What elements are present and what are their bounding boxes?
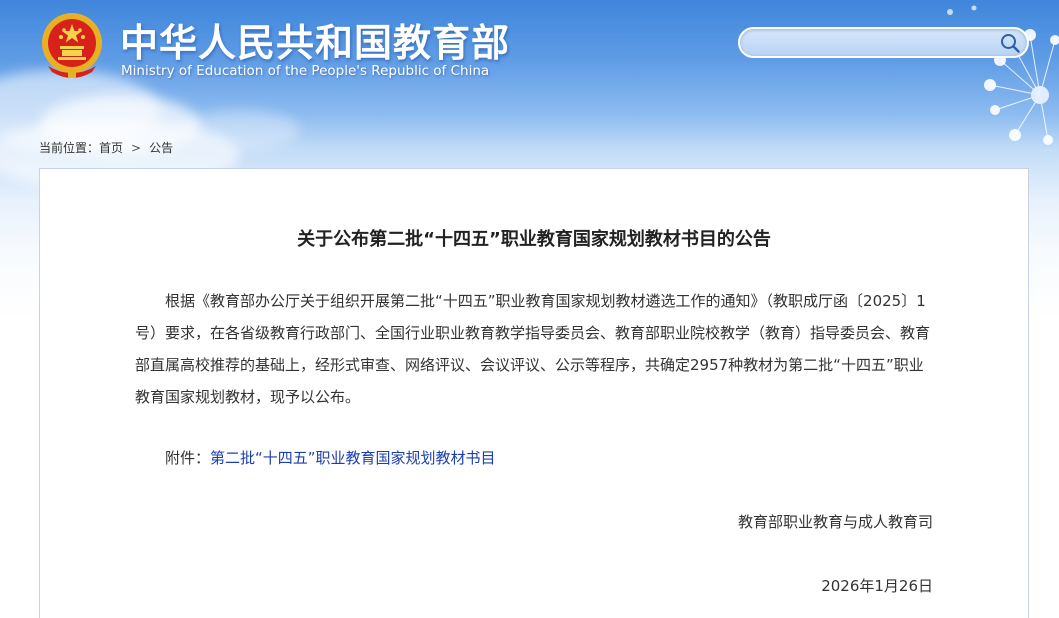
site-header: 中华人民共和国教育部 Ministry of Education of the … <box>0 0 1059 100</box>
search-input[interactable] <box>752 32 992 53</box>
publish-date: 2026年1月26日 <box>821 577 933 595</box>
site-title-english: Ministry of Education of the People's Re… <box>121 63 490 79</box>
breadcrumb-prefix: 当前位置： <box>39 141 100 155</box>
search-bar <box>738 27 1029 58</box>
breadcrumb-home-link[interactable]: 首页 <box>99 141 123 155</box>
breadcrumb: 当前位置：首页 > 公告 <box>39 139 173 156</box>
issuer-signature: 教育部职业教育与成人教育司 <box>737 513 933 531</box>
site-title-chinese: 中华人民共和国教育部 <box>120 21 511 65</box>
breadcrumb-separator: > <box>131 141 142 155</box>
breadcrumb-announcement-link[interactable]: 公告 <box>149 141 173 155</box>
article-container: 关于公布第二批“十四五”职业教育国家规划教材书目的公告 根据《教育部办公厅关于组… <box>39 168 1029 618</box>
attachment: 附件：第二批“十四五”职业教育国家规划教材书目 <box>165 447 496 468</box>
search-icon[interactable] <box>999 32 1021 54</box>
national-emblem-icon[interactable] <box>40 10 104 80</box>
attachment-label: 附件： <box>165 449 211 467</box>
article-title: 关于公布第二批“十四五”职业教育国家规划教材书目的公告 <box>297 229 771 250</box>
article-body: 根据《教育部办公厅关于组织开展第二批“十四五”职业教育国家规划教材遴选工作的通知… <box>135 292 931 406</box>
attachment-link[interactable]: 第二批“十四五”职业教育国家规划教材书目 <box>210 449 496 467</box>
